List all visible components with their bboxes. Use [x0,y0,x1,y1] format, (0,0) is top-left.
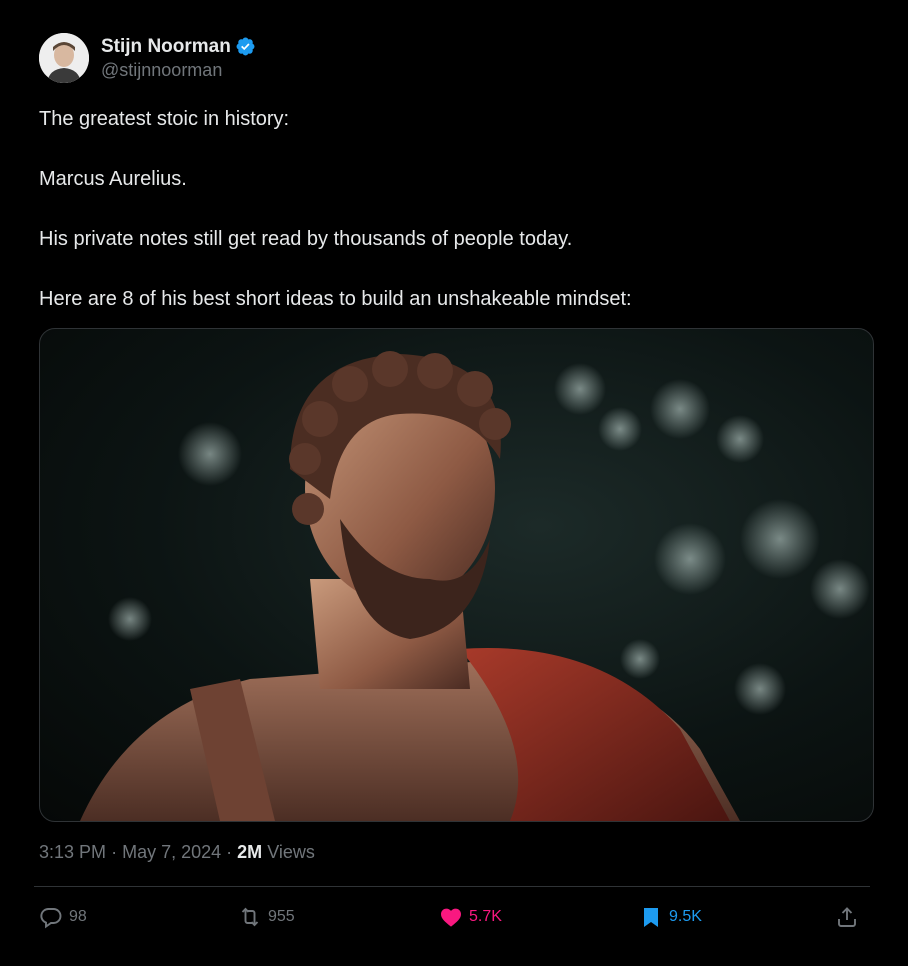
reply-button[interactable]: 98 [39,900,87,934]
tweet-image-marcus-aurelius-statue[interactable] [39,328,874,822]
views-count: 2M [237,842,263,862]
tweet-date[interactable]: May 7, 2024 [122,842,221,862]
heart-filled-icon [441,908,461,927]
tweet-paragraph: Here are 8 of his best short ideas to bu… [39,288,632,310]
repost-button[interactable]: 955 [238,900,295,934]
tweet-paragraph: The greatest stoic in history: [39,108,290,130]
verified-badge-icon [235,36,256,57]
tweet-meta: 3:13 PM · May 7, 2024 · 2M Views [39,842,315,863]
share-button[interactable] [835,900,865,934]
author-handle[interactable]: @stijnnoorman [101,60,256,81]
repost-count: 955 [268,908,295,925]
meta-separator: · [111,842,118,862]
meta-separator: · [226,842,233,862]
bookmark-filled-icon [644,908,658,927]
author-name[interactable]: Stijn Noorman [101,36,231,58]
tweet-paragraph: His private notes still get read by thou… [39,228,573,250]
divider [34,886,870,887]
tweet-paragraph: Marcus Aurelius. [39,168,187,190]
tweet-text: The greatest stoic in history: Marcus Au… [39,104,869,344]
bookmark-button[interactable]: 9.5K [639,900,702,934]
repost-icon [241,907,259,927]
bookmark-count: 9.5K [669,908,702,925]
reply-count: 98 [69,908,87,925]
share-icon [838,907,856,927]
avatar[interactable] [39,33,89,83]
views-label: Views [267,842,315,862]
like-button[interactable]: 5.7K [439,900,502,934]
tweet-time[interactable]: 3:13 PM [39,842,106,862]
tweet-actions: 98 955 5.7K 9.5K [39,900,869,934]
tweet-header: Stijn Noorman @stijnnoorman [39,33,256,83]
reply-icon [40,908,62,929]
like-count: 5.7K [469,908,502,925]
